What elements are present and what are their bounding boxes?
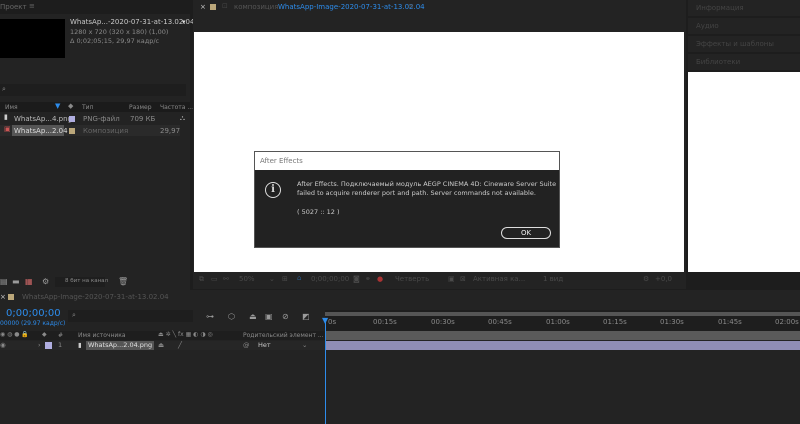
transparency-icon[interactable]: ⊠ xyxy=(460,275,466,283)
camera-select[interactable]: Активная ка... xyxy=(473,275,525,283)
project-panel: Проект ≡ WhatsAp...-2020-07-31-at-13.02.… xyxy=(0,0,194,290)
bit-depth[interactable]: 8 бит на канал xyxy=(55,277,108,287)
item-resolution: 1280 x 720 (320 x 180) (1,00) xyxy=(70,28,169,36)
dialog-error-code: ( 5027 :: 12 ) xyxy=(297,208,340,216)
layer-columns-header: ◉ ◍ ● 🔒 ◆ # Имя источника ⏏ ✲ ╲ fx ▦ ◐ ◑… xyxy=(0,331,325,340)
channel-icon[interactable]: ● xyxy=(377,275,383,283)
close-tab-icon[interactable]: × xyxy=(200,3,206,11)
interpret-icon[interactable]: ▤ xyxy=(0,277,8,286)
snapshot-icon[interactable]: ⧉ xyxy=(199,275,204,284)
dropdown-icon[interactable]: ▾ xyxy=(182,18,186,26)
error-dialog: After Effects i After Effects. Подключае… xyxy=(254,151,560,248)
comp-tab[interactable]: WhatsApp-Image-2020-07-31-at-13.02.04 xyxy=(278,3,425,11)
viewer-toolbar: ⧉ ▭ ⚯ 50% ⌄ ⊞ ⌂ 0;00;00;00 ◙ ⚭ ● Четверт… xyxy=(199,274,672,284)
roi-icon[interactable]: ▣ xyxy=(448,275,455,283)
search-input[interactable]: ⌕ xyxy=(0,84,186,96)
folder-icon[interactable]: ▬ xyxy=(12,277,20,286)
ok-button[interactable]: OK xyxy=(501,227,551,239)
exposure-icon[interactable]: ⚙ xyxy=(643,275,649,283)
layer-bar[interactable] xyxy=(326,341,800,350)
av-switches-icon: ◉ ◍ ● 🔒 xyxy=(0,331,29,338)
file-icon: ▮ xyxy=(78,341,82,349)
col-name[interactable]: Имя xyxy=(5,104,18,111)
label-icon: ◆ xyxy=(42,331,47,338)
zoom-select[interactable]: 50% xyxy=(239,275,255,283)
thumbnail xyxy=(0,19,65,58)
info-icon: i xyxy=(265,182,281,198)
label-icon: ◆ xyxy=(68,102,74,110)
work-area-bar[interactable] xyxy=(325,312,800,316)
pickwhip-icon[interactable]: @ xyxy=(243,341,250,349)
timeline-panel: × WhatsApp-Image-2020-07-31-at-13.02.04 … xyxy=(0,290,800,424)
draft-3d-icon[interactable]: ⬡ xyxy=(228,312,235,321)
visibility-icon[interactable]: ◉ xyxy=(0,341,6,349)
parent-select[interactable]: Нет xyxy=(258,341,271,349)
menu-icon[interactable]: ≡ xyxy=(29,2,35,10)
shy-switch-icon[interactable]: ⏏ xyxy=(158,341,164,349)
switches-icons: ⏏ ✲ ╲ fx ▦ ◐ ◑ ◎ xyxy=(158,331,213,338)
comp-color xyxy=(210,4,216,10)
close-tab-icon[interactable]: × xyxy=(0,293,6,301)
motion-blur-icon[interactable]: ⊘ xyxy=(282,312,289,321)
layer-row[interactable]: ◉ › 1 ▮ WhatsAp...2.04.png ⏏ ╱ @ Нет ⌄ xyxy=(0,341,325,350)
grid-icon[interactable]: ⊞ xyxy=(282,275,288,283)
panel-info[interactable]: Информация xyxy=(688,0,800,16)
mask-icon[interactable]: ⚯ xyxy=(223,275,229,283)
composition-icon: ▣ xyxy=(4,125,11,133)
layer-search-input[interactable]: ⌕ xyxy=(68,310,193,322)
settings-icon[interactable]: ⚙ xyxy=(42,277,49,286)
col-type[interactable]: Тип xyxy=(82,104,94,111)
expand-icon[interactable]: › xyxy=(38,341,41,349)
col-size[interactable]: Размер xyxy=(129,104,152,111)
project-tab[interactable]: Проект xyxy=(0,3,27,11)
list-item[interactable]: ▮ WhatsAp...4.png PNG-файл 709 КБ ⛬ xyxy=(0,113,190,124)
region-icon[interactable]: ⌂ xyxy=(297,274,301,282)
trash-icon[interactable]: 🗑 xyxy=(118,277,128,286)
dialog-message-line1: After Effects. Подключаемый модуль AEGP … xyxy=(297,180,557,188)
frame-rate: 00000 (29.97 кадр/с) xyxy=(0,320,66,327)
file-icon: ▮ xyxy=(4,113,8,121)
resolution-select[interactable]: Четверть xyxy=(395,275,429,283)
menu-icon[interactable]: ≡ xyxy=(408,2,414,10)
item-title: WhatsAp...-2020-07-31-at-13.02.04 xyxy=(70,18,195,26)
frame-blending-icon[interactable]: ▣ xyxy=(265,312,273,321)
exposure-value[interactable]: +0,0 xyxy=(655,275,672,283)
composition-flowchart-icon[interactable]: ⊶ xyxy=(206,312,214,321)
item-duration: Δ 0;02;05;15, 29,97 кадр/с xyxy=(70,37,160,45)
panel-audio[interactable]: Аудио xyxy=(688,18,800,34)
new-comp-icon[interactable]: ▦ xyxy=(25,277,33,286)
hierarchy-icon[interactable]: ⛬ xyxy=(180,114,185,123)
label-color[interactable] xyxy=(69,128,75,134)
layer-name[interactable]: WhatsAp...2.04.png xyxy=(88,341,152,349)
camera-icon[interactable]: ◙ xyxy=(353,275,360,283)
project-toolbar: ▤ ▬ ▦ ⚙ 8 бит на канал 🗑 xyxy=(0,276,190,288)
views-select[interactable]: 1 вид xyxy=(543,275,563,283)
dialog-titlebar[interactable]: After Effects xyxy=(255,152,559,170)
time-ruler[interactable]: 0s 00:15s 00:30s 00:45s 01:00s 01:15s 01… xyxy=(325,310,800,331)
right-panel: Информация Аудио Эффекты и шаблоны Библи… xyxy=(688,0,800,289)
panel-effects[interactable]: Эффекты и шаблоны xyxy=(688,36,800,52)
quality-switch-icon[interactable]: ╱ xyxy=(178,341,182,349)
playhead[interactable] xyxy=(325,318,326,424)
col-rate[interactable]: Частота ... xyxy=(160,104,193,111)
panel-libraries[interactable]: Библиотеки xyxy=(688,54,800,70)
label-color[interactable] xyxy=(69,116,75,122)
graph-editor-icon[interactable]: ◩ xyxy=(302,312,310,321)
playhead-handle[interactable]: ▼ xyxy=(322,316,328,325)
monitor-icon[interactable]: ▭ xyxy=(211,275,218,283)
shy-icon[interactable]: ⏏ xyxy=(249,312,257,321)
timeline-tab[interactable]: WhatsApp-Image-2020-07-31-at-13.02.04 xyxy=(22,293,169,301)
lock-icon[interactable]: ⊡ xyxy=(222,2,228,10)
list-item[interactable]: ▣ WhatsAp...2.04 Композиция 29,97 xyxy=(0,125,180,136)
current-timecode[interactable]: 0;00;00;00 xyxy=(6,308,61,319)
timecode[interactable]: 0;00;00;00 xyxy=(311,275,349,283)
dialog-message-line2: failed to acquire renderer port and path… xyxy=(297,189,536,197)
sort-icon[interactable]: ▼ xyxy=(55,102,60,110)
show-snapshot-icon[interactable]: ⚭ xyxy=(365,275,371,283)
column-header: Имя ▼ ◆ Тип Размер Частота ... xyxy=(0,102,193,112)
